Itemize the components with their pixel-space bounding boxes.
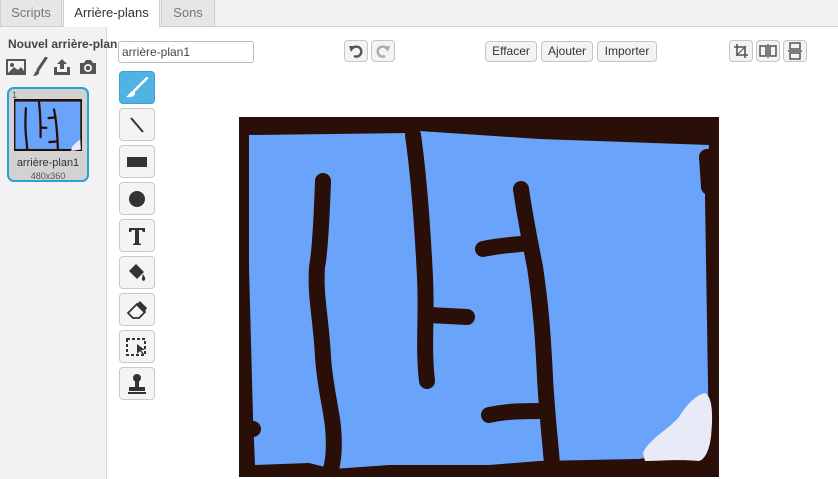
flip-vertical-icon	[788, 42, 802, 60]
backdrop-thumbnail-image	[14, 99, 82, 151]
paintbrush-icon	[126, 76, 149, 97]
stamp-icon	[128, 373, 146, 394]
line-icon	[130, 116, 144, 133]
backdrop-name-input[interactable]	[118, 41, 254, 63]
flip-horizontal-button[interactable]	[756, 40, 780, 62]
brush-tool[interactable]	[119, 71, 155, 104]
crop-button[interactable]	[729, 40, 753, 62]
eraser-icon	[126, 300, 147, 319]
backdrop-list-panel: Nouvel arrière-plan: 1 arrière-plan1 480	[0, 27, 121, 479]
fill-tool[interactable]	[119, 256, 155, 289]
eraser-tool[interactable]	[119, 293, 155, 326]
rectangle-tool[interactable]	[119, 145, 155, 178]
ellipse-icon	[129, 190, 145, 207]
stamp-tool[interactable]	[119, 367, 155, 400]
paintbrush-icon[interactable]	[29, 57, 51, 77]
camera-icon[interactable]	[77, 57, 99, 77]
crop-icon	[734, 44, 748, 58]
tab-scripts[interactable]: Scripts	[0, 0, 62, 27]
text-tool[interactable]	[119, 219, 155, 252]
tab-backdrops[interactable]: Arrière-plans	[63, 0, 160, 28]
upload-icon[interactable]	[51, 57, 73, 77]
rectangle-icon	[127, 156, 147, 167]
backdrop-name: arrière-plan1	[16, 157, 80, 169]
tab-sounds[interactable]: Sons	[161, 0, 215, 27]
redo-button[interactable]	[371, 40, 395, 62]
ellipse-tool[interactable]	[119, 182, 155, 215]
select-tool[interactable]	[119, 330, 155, 363]
flip-vertical-button[interactable]	[783, 40, 807, 62]
paint-canvas[interactable]	[239, 117, 719, 477]
backdrop-thumbnail-card[interactable]: 1 arrière-plan1 480x360	[7, 87, 89, 182]
line-tool[interactable]	[119, 108, 155, 141]
redo-icon	[376, 45, 390, 58]
import-button[interactable]: Importer	[597, 41, 657, 62]
undo-button[interactable]	[344, 40, 368, 62]
flip-horizontal-icon	[759, 44, 777, 58]
text-icon	[129, 227, 145, 245]
add-button[interactable]: Ajouter	[541, 41, 593, 62]
clear-button[interactable]: Effacer	[485, 41, 537, 62]
new-backdrop-label: Nouvel arrière-plan:	[8, 37, 122, 51]
undo-icon	[349, 45, 363, 58]
tab-bar: Scripts Arrière-plans Sons	[0, 0, 838, 28]
select-icon	[126, 337, 146, 356]
image-library-icon[interactable]	[5, 57, 27, 77]
paint-bucket-icon	[129, 263, 146, 281]
backdrop-size: 480x360	[30, 171, 66, 181]
